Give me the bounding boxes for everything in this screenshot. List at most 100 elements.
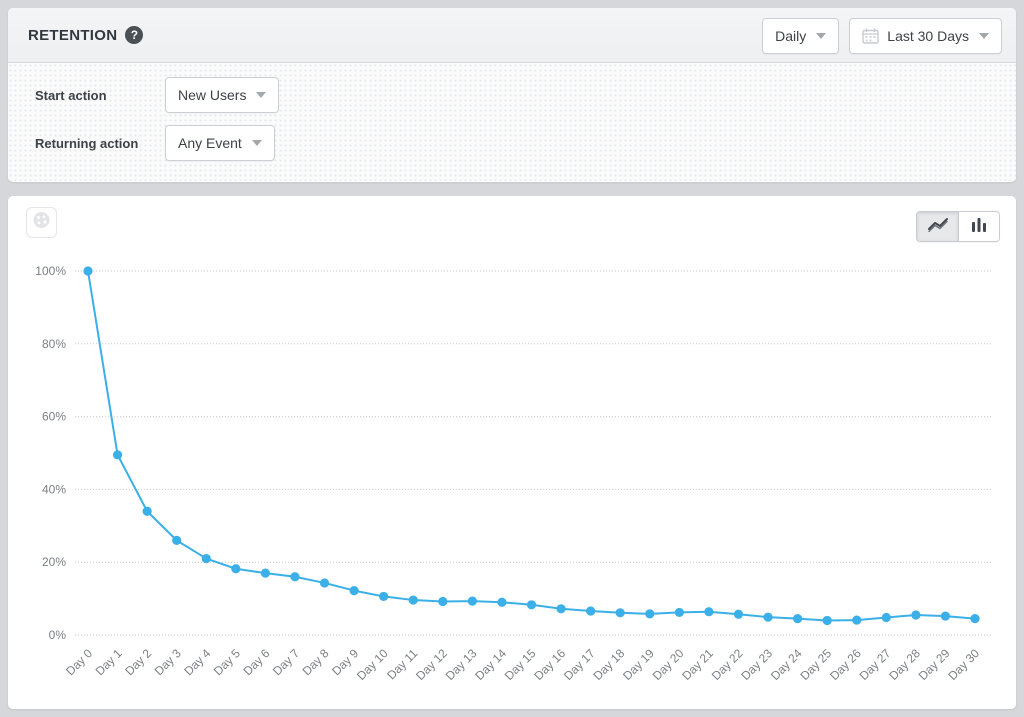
- data-point[interactable]: [409, 595, 418, 604]
- data-point[interactable]: [438, 597, 447, 606]
- y-axis-label: 60%: [42, 410, 66, 424]
- data-point[interactable]: [645, 609, 654, 618]
- x-axis-label: Day 20: [650, 646, 687, 683]
- data-point[interactable]: [379, 592, 388, 601]
- y-axis-label: 0%: [49, 628, 67, 642]
- y-axis-label: 80%: [42, 337, 66, 351]
- x-axis-label: Day 16: [531, 646, 568, 683]
- data-point[interactable]: [231, 564, 240, 573]
- x-axis-label: Day 24: [768, 646, 805, 683]
- data-point[interactable]: [527, 600, 536, 609]
- date-range-dropdown[interactable]: Last 30 Days: [849, 18, 1002, 54]
- x-axis-label: Day 13: [443, 646, 480, 683]
- x-axis-label: Day 4: [181, 646, 213, 678]
- header-controls: Daily Last 30 Days: [762, 18, 1002, 54]
- x-axis-label: Day 27: [857, 646, 894, 683]
- start-action-label: Start action: [35, 88, 165, 103]
- data-point[interactable]: [143, 507, 152, 516]
- data-point[interactable]: [468, 597, 477, 606]
- chevron-down-icon: [256, 92, 266, 98]
- x-axis-label: Day 6: [240, 646, 272, 678]
- x-axis-label: Day 30: [945, 646, 982, 683]
- chevron-down-icon: [816, 33, 826, 39]
- x-axis-label: Day 29: [916, 646, 953, 683]
- x-axis-label: Day 11: [384, 646, 420, 682]
- data-point[interactable]: [586, 606, 595, 615]
- x-axis-label: Day 17: [561, 646, 598, 683]
- data-point[interactable]: [320, 578, 329, 587]
- x-axis-label: Day 26: [827, 646, 864, 683]
- returning-action-label: Returning action: [35, 136, 165, 151]
- data-point[interactable]: [970, 614, 979, 623]
- y-axis-label: 40%: [42, 482, 66, 496]
- bar-view-button[interactable]: [958, 212, 999, 241]
- page-title: RETENTION: [28, 27, 117, 44]
- data-point[interactable]: [556, 604, 565, 613]
- data-point[interactable]: [202, 554, 211, 563]
- returning-action-value: Any Event: [178, 135, 242, 151]
- palette-icon: [32, 211, 51, 234]
- chart-options-button[interactable]: [26, 207, 57, 238]
- returning-action-dropdown[interactable]: Any Event: [165, 125, 275, 161]
- x-axis-label: Day 3: [152, 646, 184, 678]
- x-axis-label: Day 12: [413, 646, 450, 683]
- data-point[interactable]: [261, 569, 270, 578]
- data-point[interactable]: [793, 614, 802, 623]
- x-axis-label: Day 5: [211, 646, 243, 678]
- data-point[interactable]: [83, 266, 92, 275]
- x-axis-label: Day 21: [679, 646, 716, 683]
- line-chart-icon: [927, 216, 949, 237]
- data-point[interactable]: [882, 613, 891, 622]
- start-action-row: Start action New Users: [35, 77, 1016, 113]
- x-axis-label: Day 28: [886, 646, 923, 683]
- x-axis-label: Day 14: [472, 646, 509, 683]
- data-point[interactable]: [350, 586, 359, 595]
- y-axis-label: 100%: [35, 264, 66, 278]
- x-axis-label: Day 2: [122, 646, 154, 678]
- data-point[interactable]: [172, 536, 181, 545]
- x-axis-label: Day 10: [354, 646, 391, 683]
- interval-dropdown[interactable]: Daily: [762, 18, 839, 54]
- x-axis-label: Day 18: [591, 646, 628, 683]
- start-action-dropdown[interactable]: New Users: [165, 77, 279, 113]
- report-header: RETENTION ? Daily: [8, 8, 1016, 63]
- retention-line-chart: 0%20%40%60%80%100%Day 0Day 1Day 2Day 3Da…: [8, 251, 1016, 709]
- y-axis-label: 20%: [42, 555, 66, 569]
- x-axis-label: Day 7: [270, 646, 302, 678]
- data-point[interactable]: [734, 610, 743, 619]
- filters-section: Start action New Users Returning action …: [8, 63, 1016, 181]
- help-icon[interactable]: ?: [125, 26, 143, 44]
- chevron-down-icon: [979, 33, 989, 39]
- returning-action-row: Returning action Any Event: [35, 125, 1016, 161]
- data-point[interactable]: [704, 607, 713, 616]
- data-point[interactable]: [675, 608, 684, 617]
- retention-line: [88, 271, 975, 620]
- data-point[interactable]: [290, 572, 299, 581]
- data-point[interactable]: [497, 598, 506, 607]
- x-axis-label: Day 23: [738, 646, 775, 683]
- data-point[interactable]: [852, 615, 861, 624]
- x-axis-label: Day 19: [620, 646, 657, 683]
- report-panel: RETENTION ? Daily: [8, 8, 1016, 182]
- data-point[interactable]: [823, 616, 832, 625]
- data-point[interactable]: [616, 608, 625, 617]
- data-point[interactable]: [113, 450, 122, 459]
- chart-view-toggle: [916, 211, 1000, 242]
- x-axis-label: Day 0: [63, 646, 95, 678]
- date-range-dropdown-value: Last 30 Days: [887, 28, 969, 44]
- chevron-down-icon: [252, 140, 262, 146]
- interval-dropdown-value: Daily: [775, 28, 806, 44]
- x-axis-label: Day 15: [502, 646, 539, 683]
- x-axis-label: Day 25: [797, 646, 834, 683]
- data-point[interactable]: [941, 611, 950, 620]
- data-point[interactable]: [911, 610, 920, 619]
- bar-chart-icon: [970, 217, 988, 237]
- line-view-button[interactable]: [917, 212, 958, 241]
- start-action-value: New Users: [178, 87, 246, 103]
- data-point[interactable]: [763, 613, 772, 622]
- calendar-icon: [862, 28, 879, 44]
- chart-panel: 0%20%40%60%80%100%Day 0Day 1Day 2Day 3Da…: [8, 196, 1016, 709]
- x-axis-label: Day 1: [93, 646, 125, 678]
- x-axis-label: Day 8: [300, 646, 332, 678]
- x-axis-label: Day 22: [709, 646, 746, 683]
